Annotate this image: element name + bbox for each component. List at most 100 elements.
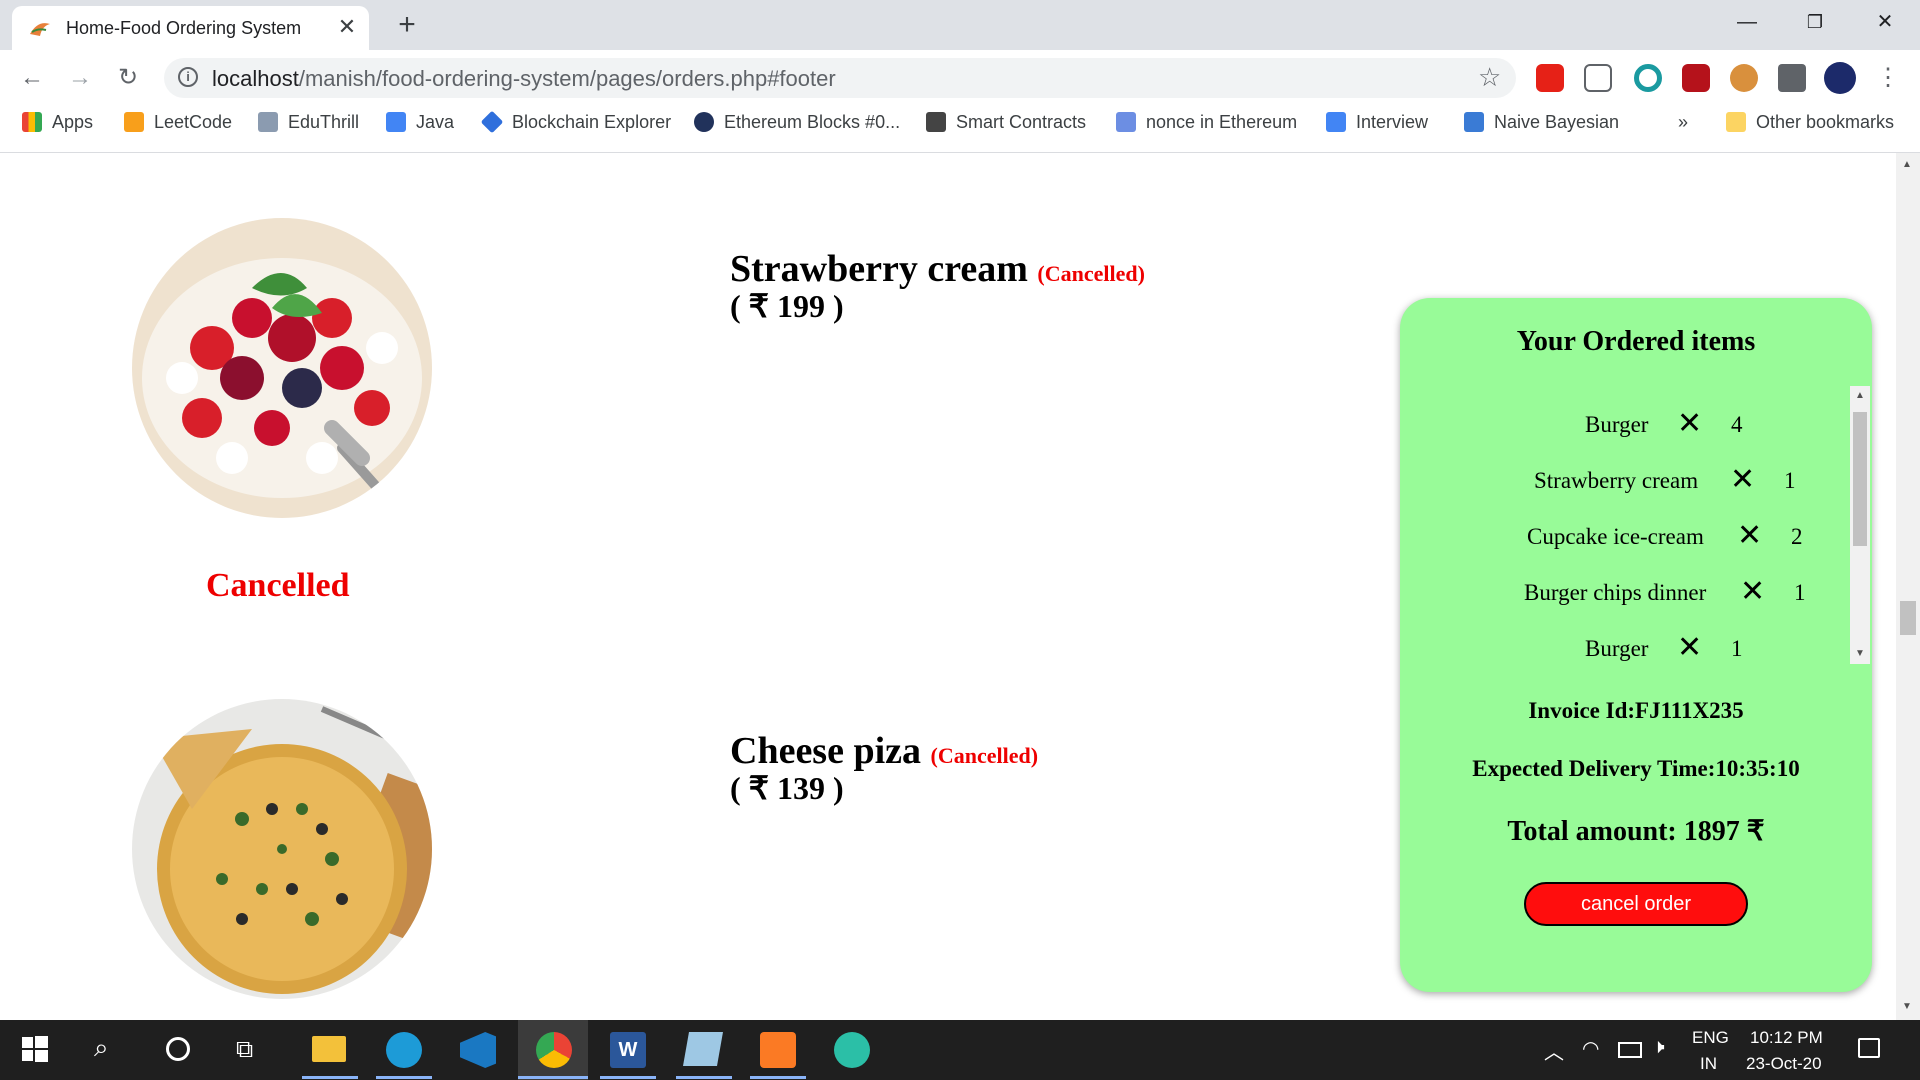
wifi-icon[interactable]: ◠ (1582, 1036, 1599, 1061)
bookmark-label: Ethereum Blocks #0... (724, 112, 901, 132)
speaker-muted-icon[interactable]: 🕨 (1652, 1036, 1665, 1059)
times-icon: ✕ (1677, 406, 1703, 441)
order-item-name: Cheese piza (Cancelled) (730, 729, 1038, 773)
times-icon: ✕ (1677, 630, 1703, 664)
eduthrill-icon (258, 112, 278, 132)
language-indicator[interactable]: ENG (1692, 1028, 1729, 1048)
page-scrollbar-thumb[interactable] (1900, 601, 1916, 635)
extension-circle-icon[interactable] (1634, 64, 1662, 92)
apps-grid-icon (22, 112, 42, 132)
pdf-extension-icon[interactable] (1682, 64, 1710, 92)
list-item: Burger chips dinner ✕ 1 (1440, 574, 1832, 614)
list-item: Burger ✕ 4 (1440, 406, 1832, 446)
ordered-items-list[interactable]: Burger ✕ 4 Strawberry cream ✕ 1 Cupcake … (1440, 386, 1852, 664)
item-qty: 2 (1791, 524, 1803, 549)
bookmark-ethereum-blocks[interactable]: Ethereum Blocks #0... (694, 112, 900, 138)
bookmark-label: Java (416, 112, 455, 132)
address-bar[interactable]: i localhost/manish/food-ordering-system/… (164, 58, 1516, 98)
delivery-time: Expected Delivery Time:10:35:10 (1472, 756, 1800, 781)
strawberry-cream-image (132, 218, 432, 518)
cortana-icon[interactable] (166, 1037, 190, 1061)
times-icon: ✕ (1737, 518, 1763, 553)
site-info-icon[interactable]: i (178, 67, 198, 87)
bookmark-leetcode[interactable]: LeetCode (124, 112, 232, 138)
app-favicon-icon (28, 18, 52, 38)
leetcode-icon (124, 112, 144, 132)
tab-title: Home-Food Ordering System (66, 18, 302, 38)
other-bookmarks[interactable]: Other bookmarks (1726, 112, 1894, 138)
xampp-icon[interactable] (760, 1032, 796, 1068)
task-view-icon[interactable]: ⧉ (236, 1036, 253, 1064)
bookmark-blockchain-explorer[interactable]: Blockchain Explorer (480, 110, 671, 138)
edge-icon[interactable] (386, 1032, 422, 1068)
times-icon: ✕ (1740, 574, 1766, 609)
back-arrow-icon[interactable]: ← (14, 60, 50, 96)
battery-icon[interactable] (1618, 1042, 1642, 1058)
menu-kebab-icon[interactable]: ⋮ (1876, 62, 1900, 94)
minimize-icon[interactable]: — (1714, 0, 1780, 44)
list-item: Strawberry cream ✕ 1 (1440, 462, 1832, 502)
book-icon (926, 112, 946, 132)
bookmark-label: Apps (52, 112, 94, 132)
items-list-scrollbar[interactable]: ▲ ▼ (1850, 386, 1870, 664)
item-qty: 1 (1731, 636, 1743, 661)
item-name: Burger (1585, 636, 1649, 661)
blockchain-icon (480, 110, 504, 134)
bookmark-interview[interactable]: Interview (1326, 112, 1428, 138)
region-indicator[interactable]: IN (1700, 1054, 1717, 1074)
forward-arrow-icon[interactable]: → (62, 60, 98, 96)
bookmarks-overflow-button[interactable]: » (1678, 112, 1688, 138)
list-scroll-down-icon[interactable]: ▼ (1855, 648, 1865, 659)
new-tab-icon[interactable]: + (390, 8, 424, 42)
window-close-icon[interactable]: ✕ (1852, 0, 1918, 44)
restore-icon[interactable]: ❐ (1782, 0, 1848, 44)
bookmark-label: LeetCode (154, 112, 233, 132)
naive-bayes-icon (1464, 112, 1484, 132)
file-explorer-icon[interactable] (312, 1036, 346, 1062)
invoice-id: Invoice Id:FJ111X235 (1528, 698, 1744, 723)
reload-icon[interactable]: ↻ (110, 60, 146, 96)
items-list-scrollbar-thumb[interactable] (1853, 412, 1867, 546)
extensions-puzzle-icon[interactable] (1778, 64, 1806, 92)
bookmark-naive-bayesian[interactable]: Naive Bayesian (1464, 112, 1619, 138)
browser-tab[interactable]: Home-Food Ordering System ✕ (12, 6, 369, 50)
running-indicator (750, 1076, 806, 1079)
translate-extension-icon[interactable] (1584, 64, 1612, 92)
cookie-extension-icon[interactable] (1730, 64, 1758, 92)
bookmark-eduthrill[interactable]: EduThrill (258, 112, 359, 138)
doc-icon (386, 112, 406, 132)
order-name-text: Strawberry cream (730, 248, 1028, 290)
search-icon[interactable]: ⌕ (94, 1032, 109, 1064)
notepad-icon[interactable] (683, 1032, 723, 1066)
clock-date[interactable]: 23-Oct-20 (1746, 1054, 1822, 1074)
profile-avatar[interactable] (1824, 62, 1856, 94)
page-scrollbar[interactable]: ▲ ▼ (1896, 153, 1920, 1020)
windows-start-icon[interactable] (22, 1036, 48, 1062)
youtube-extension-icon[interactable] (1536, 64, 1564, 92)
url-text[interactable]: localhost/manish/food-ordering-system/pa… (212, 66, 836, 92)
bookmark-smart-contracts[interactable]: Smart Contracts (926, 112, 1086, 138)
bookmark-apps[interactable]: Apps (22, 112, 93, 138)
notifications-icon[interactable] (1858, 1038, 1880, 1058)
cancel-order-button[interactable]: cancel order (1524, 882, 1748, 926)
cancelled-label: Cancelled (206, 567, 350, 604)
running-indicator (600, 1076, 656, 1079)
bookmark-label: nonce in Ethereum (1146, 112, 1298, 132)
url-host: localhost (212, 66, 299, 91)
tab-close-icon[interactable]: ✕ (334, 14, 360, 40)
clock-time[interactable]: 10:12 PM (1750, 1028, 1823, 1048)
scroll-up-icon[interactable]: ▲ (1902, 159, 1912, 170)
cheese-pizza-image (132, 699, 432, 999)
bookmark-label: Other bookmarks (1756, 112, 1895, 132)
edge-dev-icon[interactable] (834, 1032, 870, 1068)
chrome-icon[interactable] (536, 1032, 572, 1068)
etherscan-icon (694, 112, 714, 132)
bookmark-star-icon[interactable]: ☆ (1478, 62, 1501, 93)
order-item-price: ( ₹ 199 ) (730, 288, 844, 324)
bookmark-java[interactable]: Java (386, 112, 454, 138)
bookmark-nonce[interactable]: nonce in Ethereum (1116, 112, 1297, 138)
chevron-up-icon[interactable]: ︿ (1544, 1036, 1564, 1065)
word-icon[interactable]: W (610, 1032, 646, 1068)
list-scroll-up-icon[interactable]: ▲ (1855, 390, 1865, 401)
scroll-down-icon[interactable]: ▼ (1902, 1001, 1912, 1012)
